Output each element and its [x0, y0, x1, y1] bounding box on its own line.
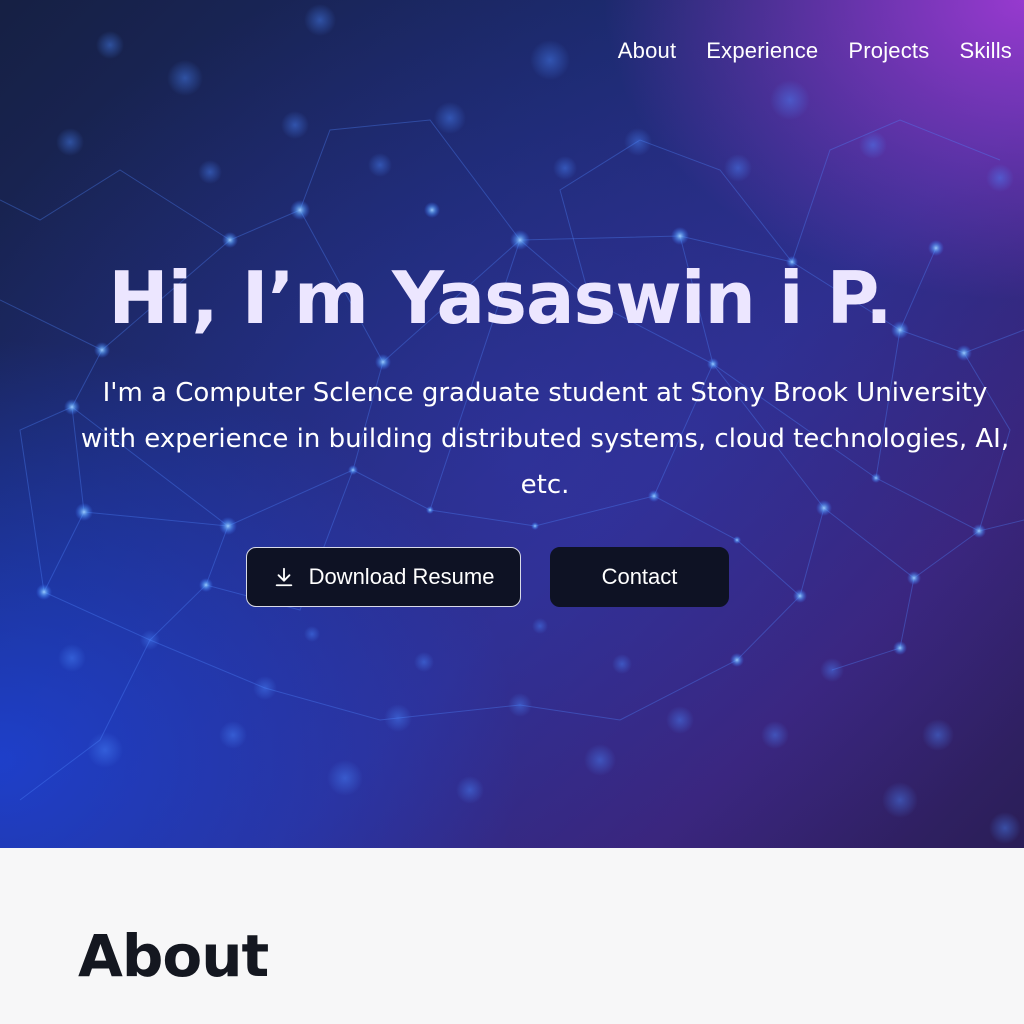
- download-resume-label: Download Resume: [308, 564, 495, 589]
- contact-button[interactable]: Contact: [550, 547, 729, 607]
- hero-section: About Experience Projects Skills Hi, I’m…: [0, 0, 1024, 848]
- hero-title: Hi, I’m Yasaswin i P.: [108, 256, 892, 340]
- nav-link-projects[interactable]: Projects: [848, 38, 929, 64]
- hero-subtitle: I'm a Computer Sclence graduate student …: [80, 378, 1010, 500]
- contact-label: Contact: [601, 564, 678, 589]
- download-resume-button[interactable]: Download Resume: [246, 547, 521, 607]
- top-nav: About Experience Projects Skills: [618, 38, 1012, 64]
- nav-link-about[interactable]: About: [618, 38, 677, 64]
- nav-link-skills[interactable]: Skills: [959, 38, 1012, 64]
- about-heading: About: [78, 922, 269, 990]
- nav-link-experience[interactable]: Experience: [706, 38, 818, 64]
- about-section: About: [0, 848, 1024, 1024]
- download-icon: [275, 567, 292, 587]
